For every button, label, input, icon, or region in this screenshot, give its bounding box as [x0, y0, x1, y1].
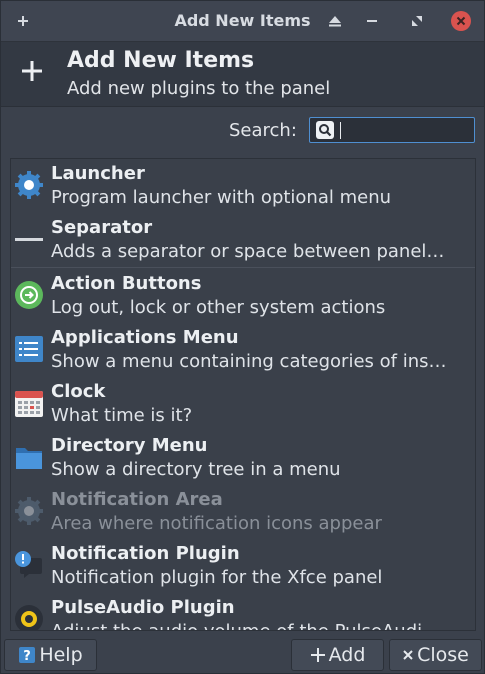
- list-item-notification-plugin[interactable]: Notification Plugin Notification plugin …: [11, 539, 475, 593]
- help-label: Help: [39, 644, 83, 666]
- maximize-icon[interactable]: [405, 9, 429, 33]
- item-name: Action Buttons: [51, 273, 202, 294]
- list-item-directory-menu[interactable]: Directory Menu Show a directory tree in …: [11, 431, 475, 485]
- plugin-list[interactable]: Launcher Program launcher with optional …: [10, 158, 476, 631]
- list-divider: [11, 267, 475, 268]
- close-label: Close: [417, 644, 469, 666]
- item-description: Notification plugin for the Xfce panel: [51, 567, 383, 588]
- header-subtitle: Add new plugins to the panel: [67, 78, 331, 99]
- action-buttons-icon: [14, 280, 44, 310]
- help-icon: ?: [18, 646, 36, 664]
- item-name: Directory Menu: [51, 435, 208, 456]
- list-item-pulseaudio-plugin[interactable]: PulseAudio Plugin Adjust the audio volum…: [11, 593, 475, 630]
- svg-text:?: ?: [24, 649, 32, 664]
- item-description: Program launcher with optional menu: [51, 187, 392, 208]
- list-item-notification-area[interactable]: Notification Area Area where notificatio…: [11, 485, 475, 539]
- item-description: Log out, lock or other system actions: [51, 297, 386, 318]
- list-item-clock[interactable]: Clock What time is it?: [11, 377, 475, 431]
- item-name: PulseAudio Plugin: [51, 597, 235, 618]
- list-item-launcher[interactable]: Launcher Program launcher with optional …: [11, 159, 475, 213]
- item-name: Applications Menu: [51, 327, 239, 348]
- text-cursor: [340, 122, 341, 139]
- calendar-icon: [14, 388, 44, 418]
- item-description: Show a directory tree in a menu: [51, 459, 341, 480]
- close-icon: [451, 11, 471, 31]
- minimize-icon[interactable]: [360, 9, 384, 33]
- add-button[interactable]: Add: [291, 639, 384, 671]
- item-description: Adjust the audio volume of the PulseAudi…: [51, 621, 469, 630]
- item-name: Notification Area: [51, 489, 223, 510]
- item-description: Area where notification icons appear: [51, 513, 382, 534]
- item-name: Separator: [51, 217, 153, 238]
- audio-icon: [14, 604, 44, 630]
- item-description: Show a menu containing categories of ins…: [51, 351, 447, 372]
- folder-icon: [14, 442, 44, 472]
- search-label: Search:: [229, 120, 297, 141]
- item-name: Notification Plugin: [51, 543, 240, 564]
- dialog-header: Add New Items Add new plugins to the pan…: [1, 42, 484, 107]
- applications-menu-icon: [14, 334, 44, 364]
- separator-icon: [14, 224, 44, 254]
- gear-icon: [14, 496, 44, 526]
- item-description: What time is it?: [51, 405, 193, 426]
- list-item-applications-menu[interactable]: Applications Menu Show a menu containing…: [11, 323, 475, 377]
- item-description: Adds a separator or space between panel…: [51, 241, 445, 262]
- list-item-separator[interactable]: Separator Adds a separator or space betw…: [11, 213, 475, 267]
- add-new-items-window: Add New Items Add New Items Add new plug…: [0, 0, 485, 674]
- item-name: Clock: [51, 381, 106, 402]
- plus-icon: [15, 54, 49, 88]
- help-button[interactable]: ? Help: [4, 639, 97, 671]
- gear-icon: [14, 170, 44, 200]
- search-input[interactable]: [309, 117, 475, 143]
- close-window-button[interactable]: [449, 9, 473, 33]
- item-name: Launcher: [51, 163, 145, 184]
- close-button[interactable]: Close: [389, 639, 482, 671]
- header-title: Add New Items: [67, 48, 255, 73]
- list-item-action-buttons[interactable]: Action Buttons Log out, lock or other sy…: [11, 269, 475, 323]
- plus-icon: [310, 647, 326, 663]
- title-bar: Add New Items: [1, 1, 484, 42]
- add-label: Add: [328, 644, 366, 666]
- shade-icon[interactable]: [323, 9, 347, 33]
- notification-icon: [14, 550, 44, 580]
- search-icon: [316, 121, 334, 139]
- close-icon: [402, 649, 414, 661]
